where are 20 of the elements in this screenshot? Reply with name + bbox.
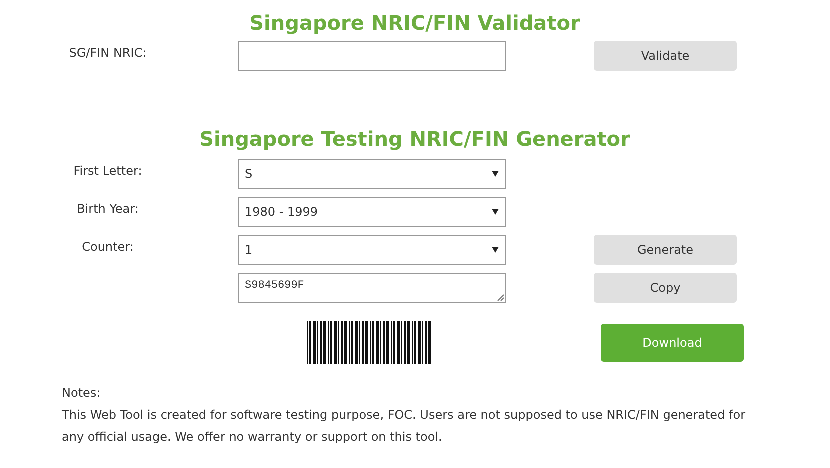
- field-label: Birth Year:: [76, 201, 140, 216]
- notes-heading: Notes:: [62, 385, 102, 402]
- resize-grip-icon: [497, 294, 504, 301]
- copy-button[interactable]: Copy: [594, 273, 737, 303]
- field-label: SG/FIN NRIC:: [68, 45, 148, 60]
- field-label: First Letter:: [72, 163, 144, 178]
- nric-input-field[interactable]: [238, 41, 506, 71]
- dropdown[interactable]: S: [238, 159, 506, 189]
- generate-button[interactable]: Generate: [594, 235, 737, 265]
- validate-button[interactable]: Validate: [594, 41, 737, 71]
- notes-text: This Web Tool is created for software testing purpose, FOC. Users are not supposed to use NRIC/FIN generated for any official usage. We offer no warranty or support on this tool.: [62, 407, 746, 446]
- output-field[interactable]: S9845699F: [238, 273, 506, 303]
- dropdown[interactable]: 1980 - 1999: [238, 197, 506, 227]
- field-label: Counter:: [81, 239, 135, 254]
- generator-title: Singapore Testing NRIC/FIN Generator: [198, 126, 632, 153]
- caret-icon: [492, 209, 499, 215]
- validator-title: Singapore NRIC/FIN Validator: [248, 10, 582, 37]
- dropdown[interactable]: 1: [238, 235, 506, 265]
- caret-icon: [492, 247, 499, 253]
- caret-icon: [492, 171, 499, 177]
